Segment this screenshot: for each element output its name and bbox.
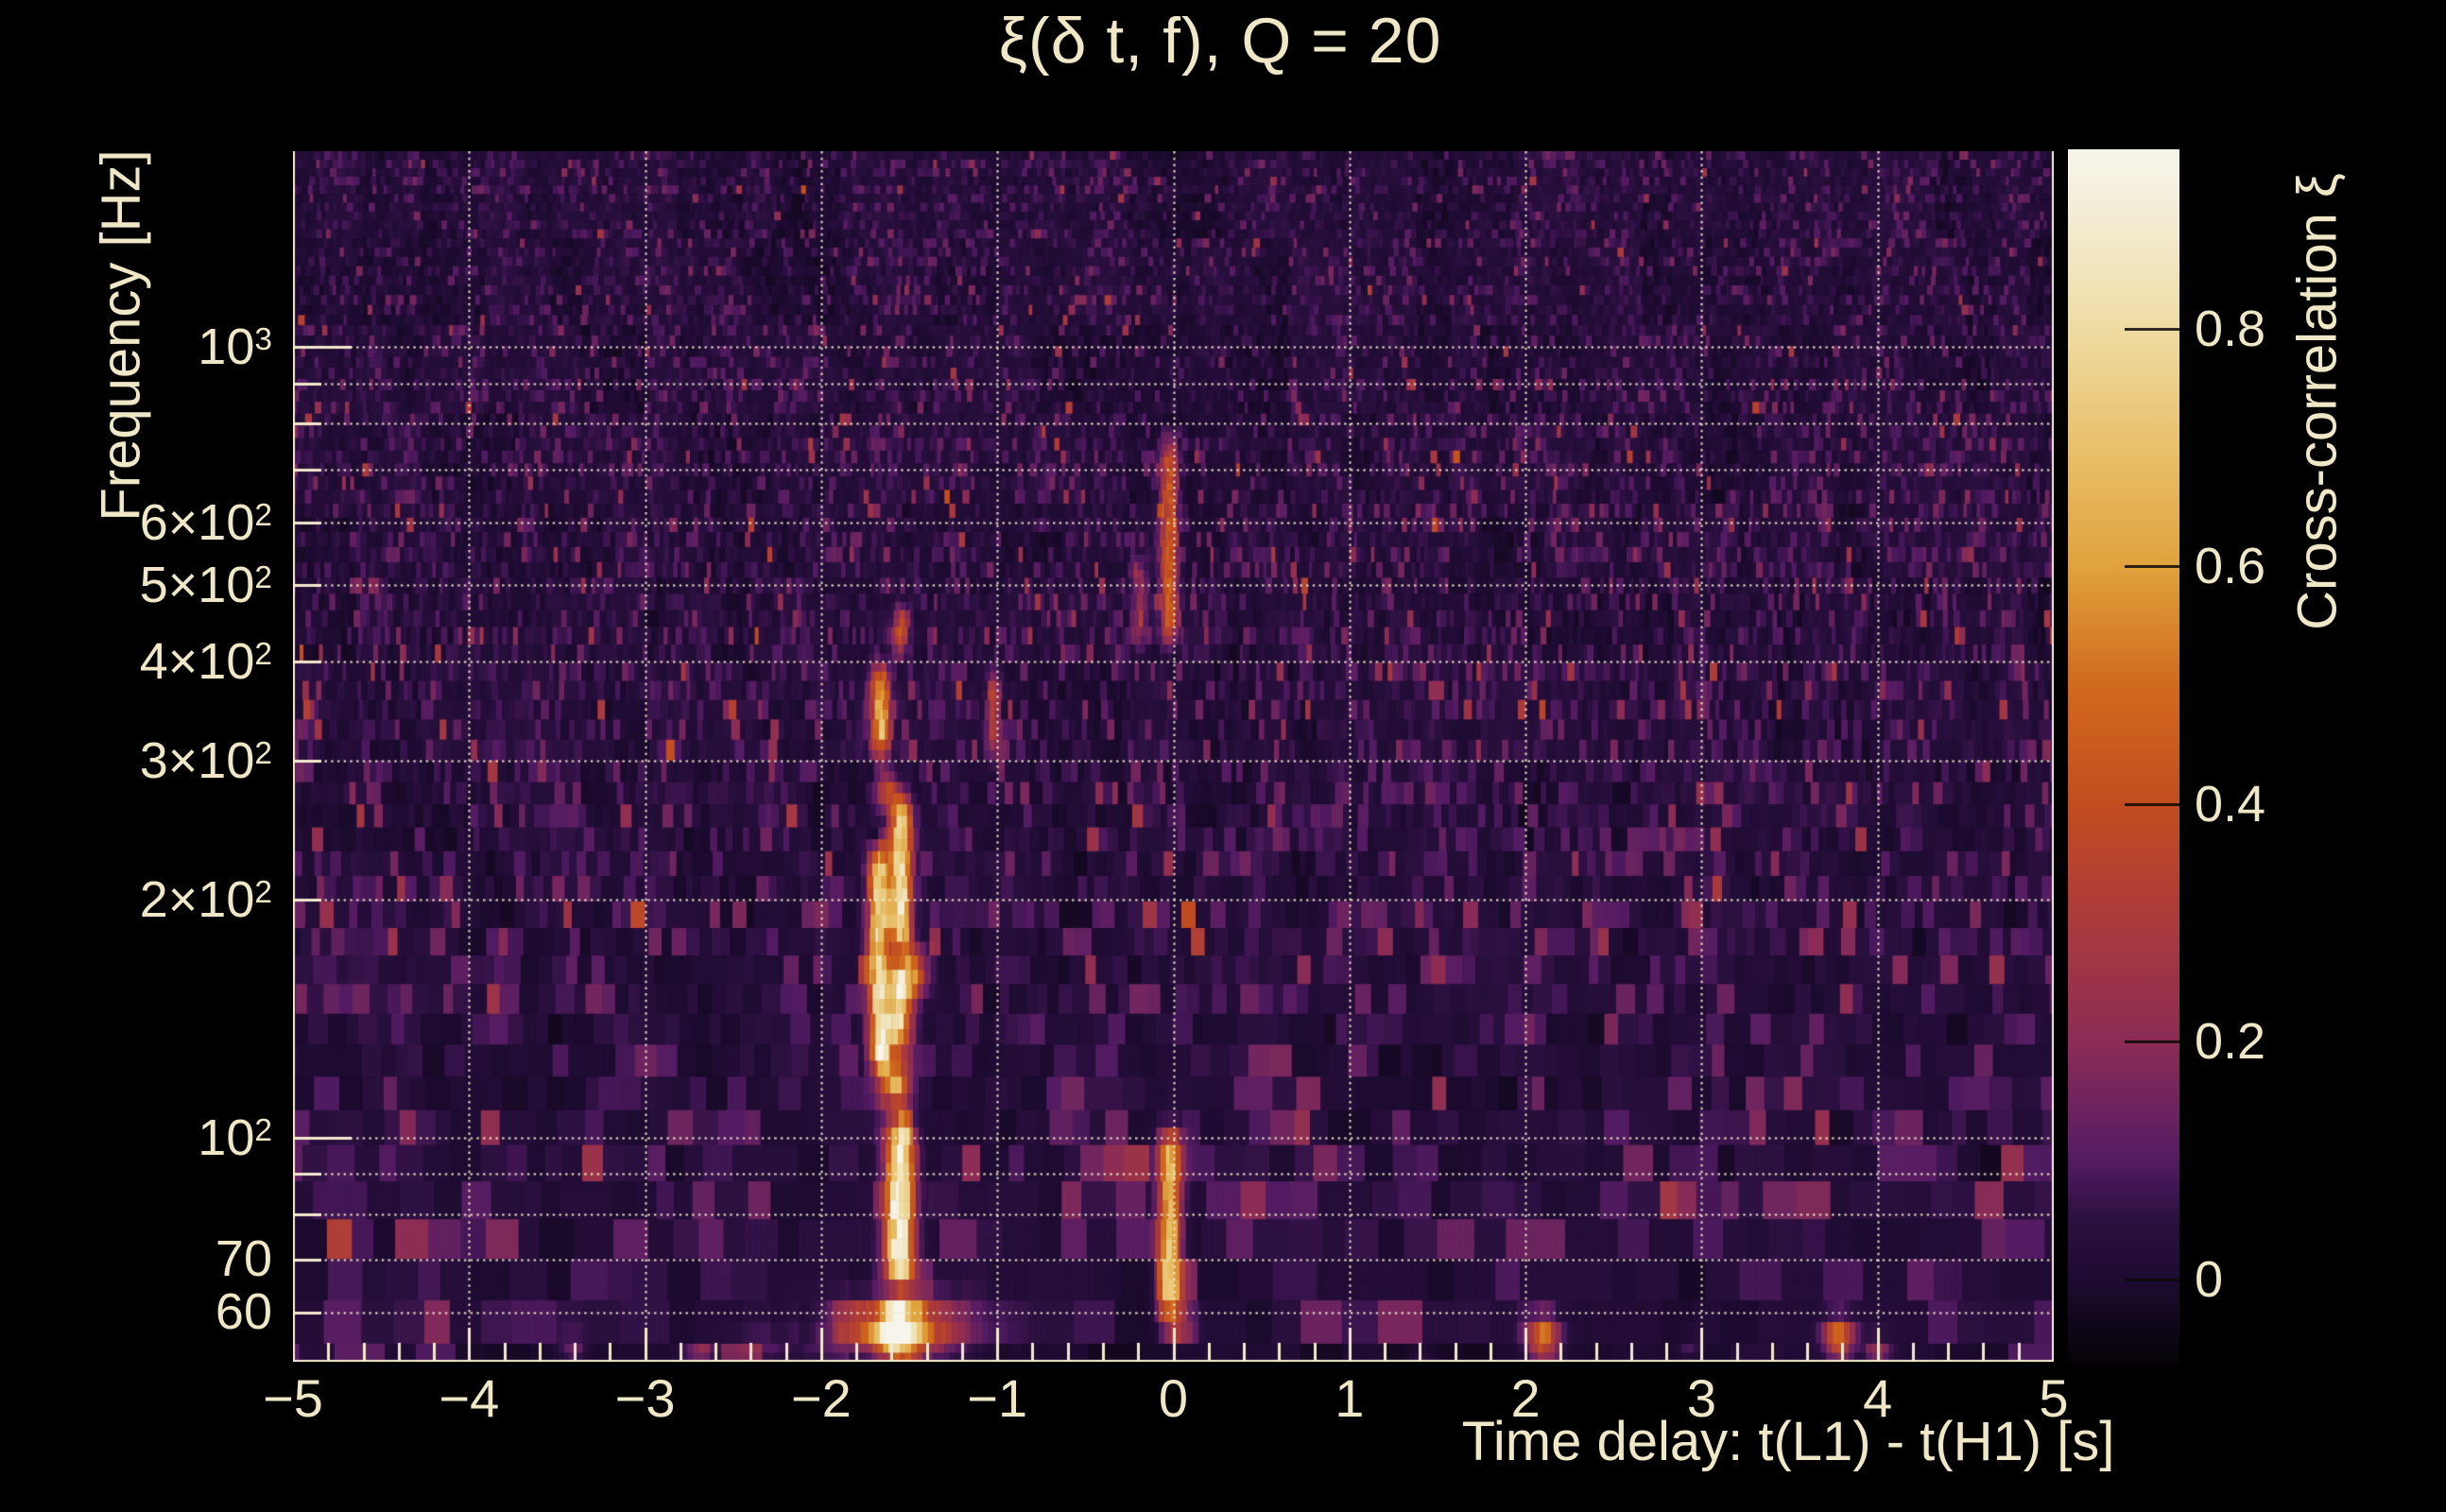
colorbar-tick-label-0.8: 0.8	[2195, 300, 2266, 357]
y-axis-title: Frequency [Hz]	[90, 149, 152, 522]
colorbar-title: Cross-correlation ξ	[2286, 173, 2349, 630]
x-tick-label--1: −1	[967, 1368, 1028, 1428]
colorbar	[2068, 149, 2179, 1364]
y-tick-label-500: 5×102	[139, 557, 272, 614]
x-tick-label-0: 0	[1158, 1368, 1189, 1428]
y-tick-label-200: 2×102	[139, 870, 272, 928]
x-tick-label-3: 3	[1686, 1368, 1716, 1428]
spectrogram-heatmap	[293, 151, 2054, 1362]
colorbar-tick-0	[2125, 1278, 2179, 1281]
x-tick-label--2: −2	[790, 1368, 852, 1428]
x-axis-title: Time delay: t(L1) - t(H1) [s]	[1461, 1411, 2115, 1472]
colorbar-tick-0.2	[2125, 1040, 2179, 1044]
colorbar-tick-0.8	[2125, 327, 2179, 331]
figure: ξ(δ t, f), Q = 20 Frequency [Hz] Time de…	[0, 0, 2446, 1512]
colorbar-tick-label-0.4: 0.4	[2195, 775, 2266, 833]
colorbar-tick-label-0: 0	[2195, 1250, 2224, 1308]
y-tick-label-600: 6×102	[139, 493, 272, 551]
plot-title: ξ(δ t, f), Q = 20	[998, 5, 1442, 77]
x-tick-label--3: −3	[614, 1368, 676, 1428]
colorbar-tick-0.6	[2125, 565, 2179, 569]
y-tick-label-300: 3×102	[139, 731, 272, 789]
colorbar-tick-0.4	[2125, 802, 2179, 806]
x-tick-label-1: 1	[1335, 1368, 1365, 1428]
x-tick-label--4: −4	[439, 1368, 500, 1428]
x-tick-label--5: −5	[263, 1368, 323, 1428]
x-tick-label-4: 4	[1863, 1368, 1893, 1428]
y-tick-label-400: 4×102	[139, 633, 272, 691]
x-tick-label-2: 2	[1510, 1368, 1541, 1428]
y-tick-label-60: 60	[215, 1283, 272, 1341]
x-tick-label-5: 5	[2039, 1368, 2069, 1428]
colorbar-tick-label-0.6: 0.6	[2195, 538, 2266, 595]
y-tick-label-70: 70	[215, 1230, 272, 1288]
colorbar-tick-label-0.2: 0.2	[2195, 1013, 2266, 1071]
y-tick-label-100: 102	[198, 1108, 272, 1166]
y-tick-label-1000: 103	[198, 318, 272, 376]
